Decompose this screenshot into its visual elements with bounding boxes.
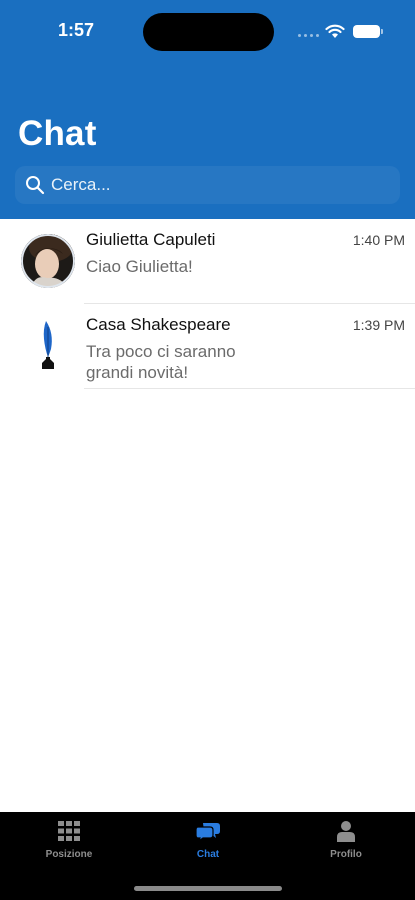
- cellular-signal-icon: [298, 34, 319, 37]
- chat-row-casa-shakespeare[interactable]: Casa Shakespeare 1:39 PM Tra poco ci sar…: [0, 304, 415, 389]
- tab-chat[interactable]: Chat: [148, 820, 268, 860]
- tab-label: Chat: [196, 849, 220, 860]
- divider: [84, 388, 415, 389]
- chat-preview: Tra poco ci saranno grandi novità!: [86, 342, 236, 382]
- grid-icon: [58, 821, 80, 841]
- chat-bubbles-icon: [195, 823, 220, 842]
- chat-name: Giulietta Capuleti: [86, 230, 216, 249]
- chat-row-giulietta[interactable]: Giulietta Capuleti 1:40 PM Ciao Giuliett…: [0, 219, 415, 304]
- avatar: [21, 319, 75, 373]
- page-title: Chat: [18, 114, 97, 153]
- portrait-icon: [21, 234, 75, 288]
- tab-posizione[interactable]: Posizione: [9, 820, 129, 860]
- status-time: 1:57: [58, 20, 95, 40]
- chat-name: Casa Shakespeare: [86, 315, 231, 334]
- chat-screen: 1:57 Chat Cerca... Giulietta Capuleti 1:…: [0, 0, 415, 900]
- chat-list: Giulietta Capuleti 1:40 PM Ciao Giuliett…: [0, 219, 415, 389]
- chat-time: 1:40 PM: [352, 232, 405, 248]
- tab-label: Posizione: [45, 849, 93, 860]
- chat-time: 1:39 PM: [352, 317, 405, 333]
- quill-icon: [21, 319, 75, 373]
- search-bar[interactable]: [15, 166, 400, 204]
- tab-label: Profilo: [330, 849, 362, 860]
- tab-profilo[interactable]: Profilo: [286, 820, 406, 860]
- home-indicator: [134, 886, 282, 891]
- search-input[interactable]: [51, 175, 381, 195]
- header: 1:57 Chat: [0, 0, 415, 219]
- dynamic-island: [143, 13, 274, 51]
- wifi-icon: [325, 24, 345, 38]
- battery-icon: [353, 25, 383, 38]
- search-icon: [26, 176, 45, 195]
- person-icon: [337, 821, 355, 842]
- chat-preview: Ciao Giulietta!: [86, 257, 193, 276]
- avatar: [21, 234, 75, 288]
